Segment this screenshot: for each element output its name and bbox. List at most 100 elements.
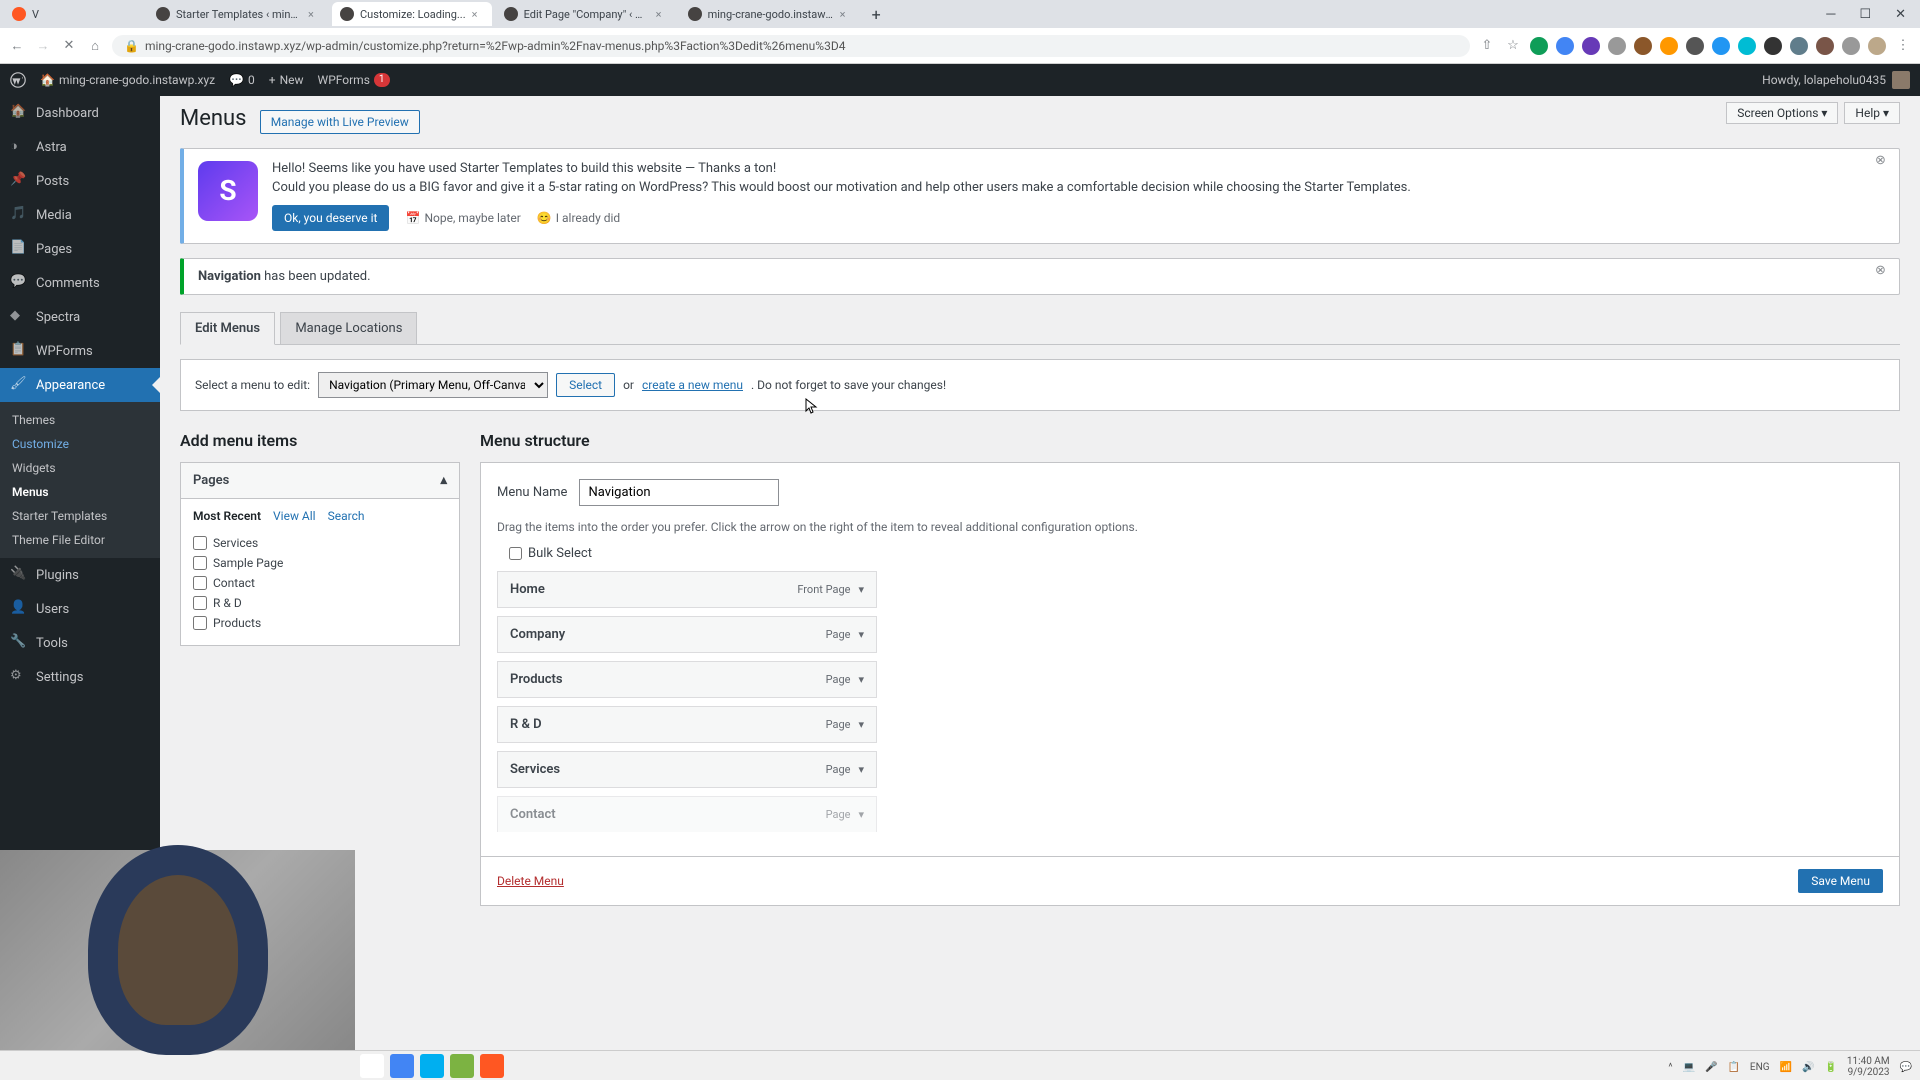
delete-menu-link[interactable]: Delete Menu [497,874,564,888]
menu-item-contact[interactable]: ContactPage▾ [497,796,877,832]
already-did-link[interactable]: 😊 I already did [537,211,620,225]
extension-icon[interactable] [1660,37,1678,55]
menu-item-home[interactable]: HomeFront Page▾ [497,571,877,608]
page-checkbox[interactable]: Products [193,613,447,633]
sidebar-item-settings[interactable]: ⚙Settings [0,660,160,694]
sidebar-item-comments[interactable]: 💬Comments [0,266,160,300]
screen-options-button[interactable]: Screen Options ▾ [1726,102,1838,124]
avatar[interactable] [1892,71,1910,89]
sidebar-item-plugins[interactable]: 🔌Plugins [0,558,160,592]
tab-manage-locations[interactable]: Manage Locations [280,312,417,344]
submenu-themes[interactable]: Themes [0,408,160,432]
sidebar-item-pages[interactable]: 📄Pages [0,232,160,266]
extension-icon[interactable] [1582,37,1600,55]
nope-later-link[interactable]: 📅 Nope, maybe later [405,211,520,225]
save-menu-button[interactable]: Save Menu [1798,869,1883,893]
browser-tab[interactable]: ming-crane-godo.instawp.xyz× [680,2,860,26]
bulk-select-checkbox[interactable] [509,547,522,560]
avatar[interactable] [1868,37,1886,55]
sidebar-item-appearance[interactable]: 🖌Appearance [0,368,160,402]
comments-link[interactable]: 💬 0 [229,73,255,87]
close-icon[interactable]: × [472,8,484,20]
sidebar-item-users[interactable]: 👤Users [0,592,160,626]
close-icon[interactable]: × [308,8,320,20]
page-checkbox[interactable]: Sample Page [193,553,447,573]
new-tab-button[interactable]: + [864,5,889,24]
site-name[interactable]: 🏠 ming-crane-godo.instawp.xyz [40,73,215,87]
extension-icon[interactable] [1712,37,1730,55]
extension-icon[interactable] [1556,37,1574,55]
sidebar-item-wpforms[interactable]: 📋WPForms [0,334,160,368]
help-button[interactable]: Help ▾ [1844,102,1900,124]
page-checkbox[interactable]: R & D [193,593,447,613]
tab-view-all[interactable]: View All [273,509,316,523]
browser-tab-active[interactable]: Customize: Loading...× [332,2,492,26]
tab-edit-menus[interactable]: Edit Menus [180,312,275,345]
manage-live-preview-button[interactable]: Manage with Live Preview [260,110,420,134]
create-menu-link[interactable]: create a new menu [642,378,743,392]
submenu-starter-templates[interactable]: Starter Templates [0,504,160,528]
close-window-icon[interactable]: ✕ [1885,7,1916,22]
extension-icon[interactable] [1764,37,1782,55]
extension-icon[interactable] [1530,37,1548,55]
menu-item-company[interactable]: CompanyPage▾ [497,616,877,653]
star-icon[interactable]: ☆ [1504,37,1522,55]
chevron-down-icon[interactable]: ▾ [858,763,864,776]
browser-tab[interactable]: Starter Templates ‹ ming-crane-g× [148,2,328,26]
submenu-customize[interactable]: Customize [0,432,160,456]
clock-date[interactable]: 9/9/2023 [1847,1067,1890,1078]
howdy-text[interactable]: Howdy, lolapeholu0435 [1762,73,1886,87]
extension-icon[interactable] [1790,37,1808,55]
menu-item-products[interactable]: ProductsPage▾ [497,661,877,698]
chevron-down-icon[interactable]: ▾ [858,673,864,686]
browser-tab[interactable]: Edit Page "Company" ‹ ming-cra× [496,2,676,26]
maximize-icon[interactable]: ☐ [1849,7,1881,22]
taskbar-icon[interactable] [420,1054,444,1078]
menu-name-input[interactable] [579,479,779,506]
taskbar-icon[interactable] [480,1054,504,1078]
select-button[interactable]: Select [556,373,615,397]
submenu-theme-file-editor[interactable]: Theme File Editor [0,528,160,552]
tray-chevron-icon[interactable]: ^ [1668,1062,1672,1073]
menu-select[interactable]: Navigation (Primary Menu, Off-Canvas Men… [318,372,548,398]
chevron-down-icon[interactable]: ▾ [858,718,864,731]
sidebar-item-dashboard[interactable]: 🏠Dashboard [0,96,160,130]
extension-icon[interactable] [1608,37,1626,55]
dismiss-icon[interactable]: ⊗ [1875,263,1895,283]
sidebar-item-spectra[interactable]: ◆Spectra [0,300,160,334]
extension-icon[interactable] [1634,37,1652,55]
menu-item-services[interactable]: ServicesPage▾ [497,751,877,788]
submenu-widgets[interactable]: Widgets [0,456,160,480]
extension-icon[interactable] [1686,37,1704,55]
back-icon[interactable]: ← [8,37,26,55]
pages-accordion-head[interactable]: Pages▴ [181,463,459,499]
minimize-icon[interactable]: ─ [1816,6,1845,22]
forward-icon[interactable]: → [34,37,52,55]
url-bar[interactable]: 🔒 ming-crane-godo.instawp.xyz/wp-admin/c… [112,35,1470,57]
extensions-menu-icon[interactable] [1842,37,1860,55]
wpforms-link[interactable]: WPForms 1 [318,73,390,87]
clock-time[interactable]: 11:40 AM [1847,1056,1890,1067]
menu-item-rd[interactable]: R & DPage▾ [497,706,877,743]
page-checkbox[interactable]: Services [193,533,447,553]
taskbar-icon[interactable] [390,1054,414,1078]
share-icon[interactable]: ⇧ [1478,37,1496,55]
chevron-down-icon[interactable]: ▾ [858,583,864,596]
tab-search[interactable]: Search [328,509,365,523]
tab-most-recent[interactable]: Most Recent [193,509,261,523]
reload-icon[interactable]: ✕ [60,37,78,55]
browser-tab[interactable]: V [4,2,144,26]
sidebar-item-astra[interactable]: ◑Astra [0,130,160,164]
home-icon[interactable]: ⌂ [86,37,104,55]
new-content[interactable]: + New [269,73,304,87]
chevron-down-icon[interactable]: ▾ [858,808,864,821]
page-checkbox[interactable]: Contact [193,573,447,593]
taskbar-icon[interactable] [450,1054,474,1078]
dismiss-icon[interactable]: ⊗ [1875,153,1895,173]
close-icon[interactable]: × [840,8,852,20]
sidebar-item-posts[interactable]: 📌Posts [0,164,160,198]
extension-icon[interactable] [1738,37,1756,55]
sidebar-item-tools[interactable]: 🔧Tools [0,626,160,660]
lang-indicator[interactable]: ENG [1750,1062,1770,1073]
extension-icon[interactable] [1816,37,1834,55]
